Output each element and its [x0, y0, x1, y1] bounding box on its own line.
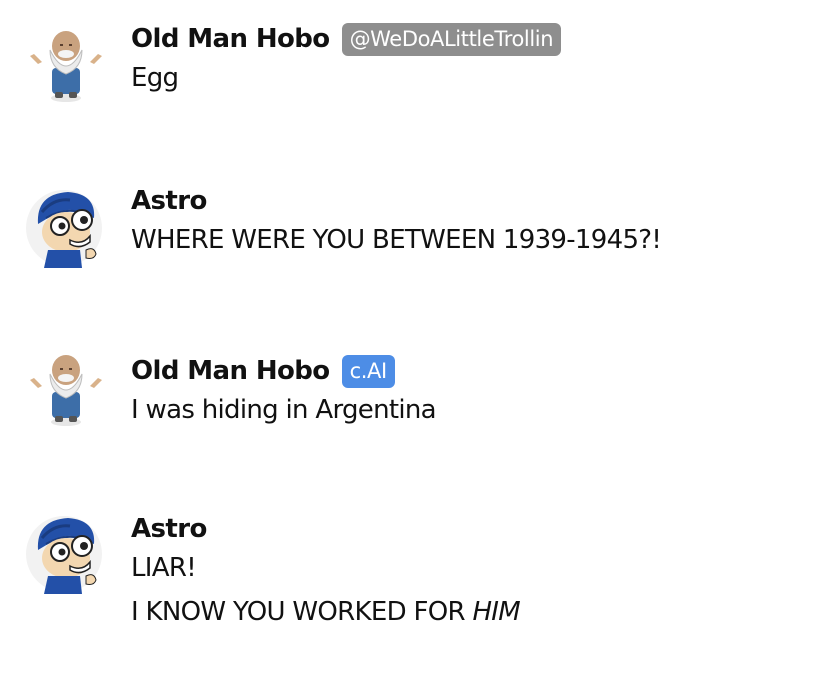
message-text: I KNOW YOU WORKED FOR HIM: [131, 590, 812, 634]
cai-badge: c.AI: [341, 354, 395, 388]
author-name[interactable]: Astro: [131, 514, 207, 544]
message-header: Astro: [131, 512, 812, 546]
message-body: Astro LIAR! I KNOW YOU WORKED FOR HIM: [131, 512, 812, 634]
old-man-hobo-avatar-icon[interactable]: [24, 24, 108, 108]
old-man-hobo-avatar-icon[interactable]: [24, 348, 108, 432]
message-text: WHERE WERE YOU BETWEEN 1939-1945?!: [131, 225, 662, 255]
message-text-emphasis: HIM: [472, 597, 521, 627]
message-text: LIAR!: [131, 553, 197, 583]
astro-avatar-icon[interactable]: [24, 184, 108, 268]
message-body: Astro WHERE WERE YOU BETWEEN 1939-1945?!: [131, 184, 812, 262]
message-header: Astro: [131, 184, 812, 218]
message-body: Old Man Hobo c.AI I was hiding in Argent…: [131, 354, 812, 432]
author-name[interactable]: Astro: [131, 186, 207, 216]
message-header: Old Man Hobo c.AI: [131, 354, 812, 388]
message-text-plain: I KNOW YOU WORKED FOR: [131, 597, 473, 627]
author-name[interactable]: Old Man Hobo: [131, 356, 330, 386]
message-body: Old Man Hobo @WeDoALittleTrollin Egg: [131, 22, 812, 100]
message-text: Egg: [131, 63, 179, 93]
author-name[interactable]: Old Man Hobo: [131, 24, 330, 54]
message-header: Old Man Hobo @WeDoALittleTrollin: [131, 22, 812, 56]
username-badge[interactable]: @WeDoALittleTrollin: [341, 22, 562, 56]
message-text: I was hiding in Argentina: [131, 395, 437, 425]
astro-avatar-icon[interactable]: [24, 510, 108, 594]
